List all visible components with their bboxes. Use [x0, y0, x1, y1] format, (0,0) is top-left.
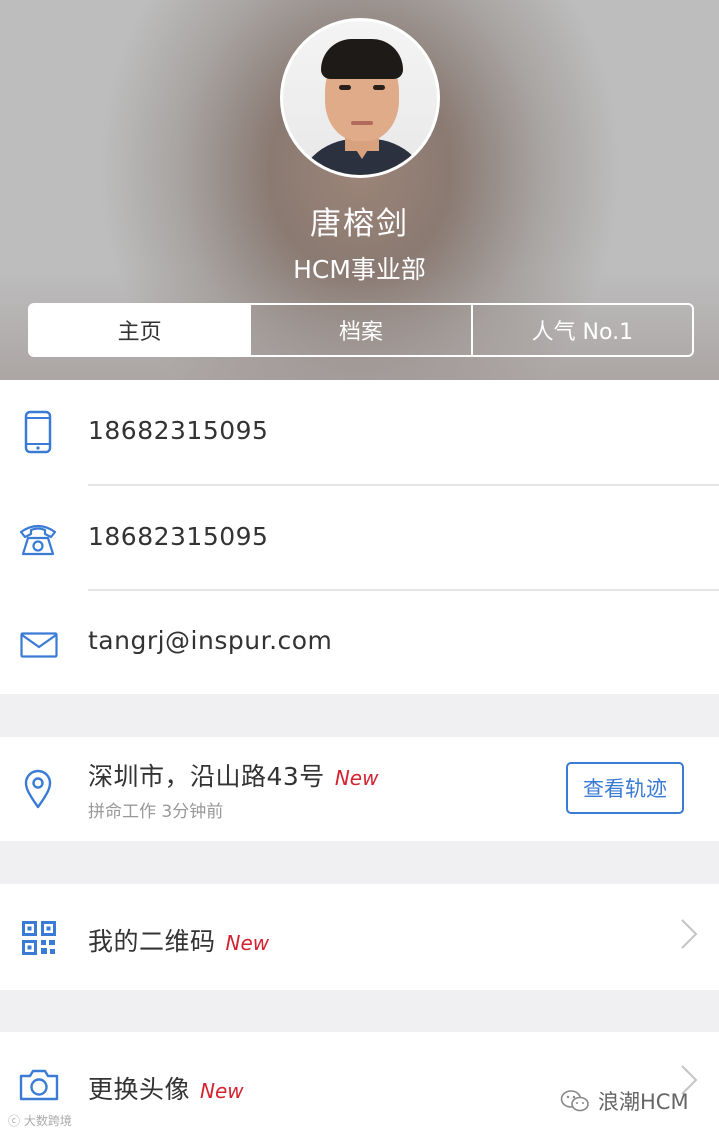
divider: [88, 484, 719, 486]
watermark-right-text: 浪潮HCM: [598, 1090, 689, 1114]
qr-code-label: 我的二维码: [88, 927, 216, 956]
view-track-button[interactable]: 查看轨迹: [566, 762, 684, 814]
mobile-phone-icon: [24, 410, 52, 454]
location-pin-icon: [24, 769, 52, 809]
tab-popularity[interactable]: 人气 No.1: [473, 305, 692, 355]
new-badge: New: [225, 931, 270, 955]
menu-item-qr-code[interactable]: 我的二维码 New: [0, 884, 719, 990]
phone-number[interactable]: 18682315095: [88, 522, 268, 551]
tab-home[interactable]: 主页: [30, 305, 252, 355]
email-address[interactable]: tangrj@inspur.com: [88, 626, 332, 655]
camera-icon: [19, 1069, 59, 1101]
menu-item-label: 我的二维码 New: [88, 922, 269, 958]
watermark-left-text: 大数跨境: [23, 1114, 72, 1128]
tab-archive[interactable]: 档案: [251, 305, 473, 355]
new-badge: New: [200, 1079, 244, 1103]
location-address: 深圳市，沿山路43号 New: [88, 757, 378, 793]
profile-tabs: 主页 档案 人气 No.1: [28, 303, 694, 357]
new-badge: New: [334, 766, 379, 790]
chevron-right-icon: [681, 919, 698, 949]
qr-code-icon: [22, 921, 56, 955]
watermark-logo-icon: ⓒ: [8, 1114, 24, 1128]
watermark-right: 浪潮HCM: [560, 1086, 689, 1116]
menu-item-change-avatar[interactable]: 更换头像 New: [0, 1032, 719, 1136]
location-address-text: 深圳市，沿山路43号: [88, 762, 325, 791]
menu-item-label: 更换头像 New: [88, 1070, 244, 1106]
profile-name: 唐榕剑: [310, 206, 409, 242]
wechat-icon: [560, 1090, 589, 1112]
location-status: 拼命工作 3分钟前: [88, 802, 224, 822]
telephone-icon: [19, 524, 57, 556]
change-avatar-label: 更换头像: [88, 1075, 191, 1104]
divider: [88, 589, 719, 591]
avatar[interactable]: [280, 18, 440, 178]
profile-department: HCM事业部: [293, 255, 426, 284]
mail-icon: [20, 632, 58, 658]
mobile-number[interactable]: 18682315095: [88, 416, 268, 445]
profile-header: 唐榕剑 HCM事业部 主页 档案 人气 No.1: [0, 0, 719, 380]
watermark-left: ⓒ 大数跨境: [8, 1112, 72, 1129]
contact-section: 18682315095 18682315095 tangrj@inspur.co…: [0, 380, 719, 694]
